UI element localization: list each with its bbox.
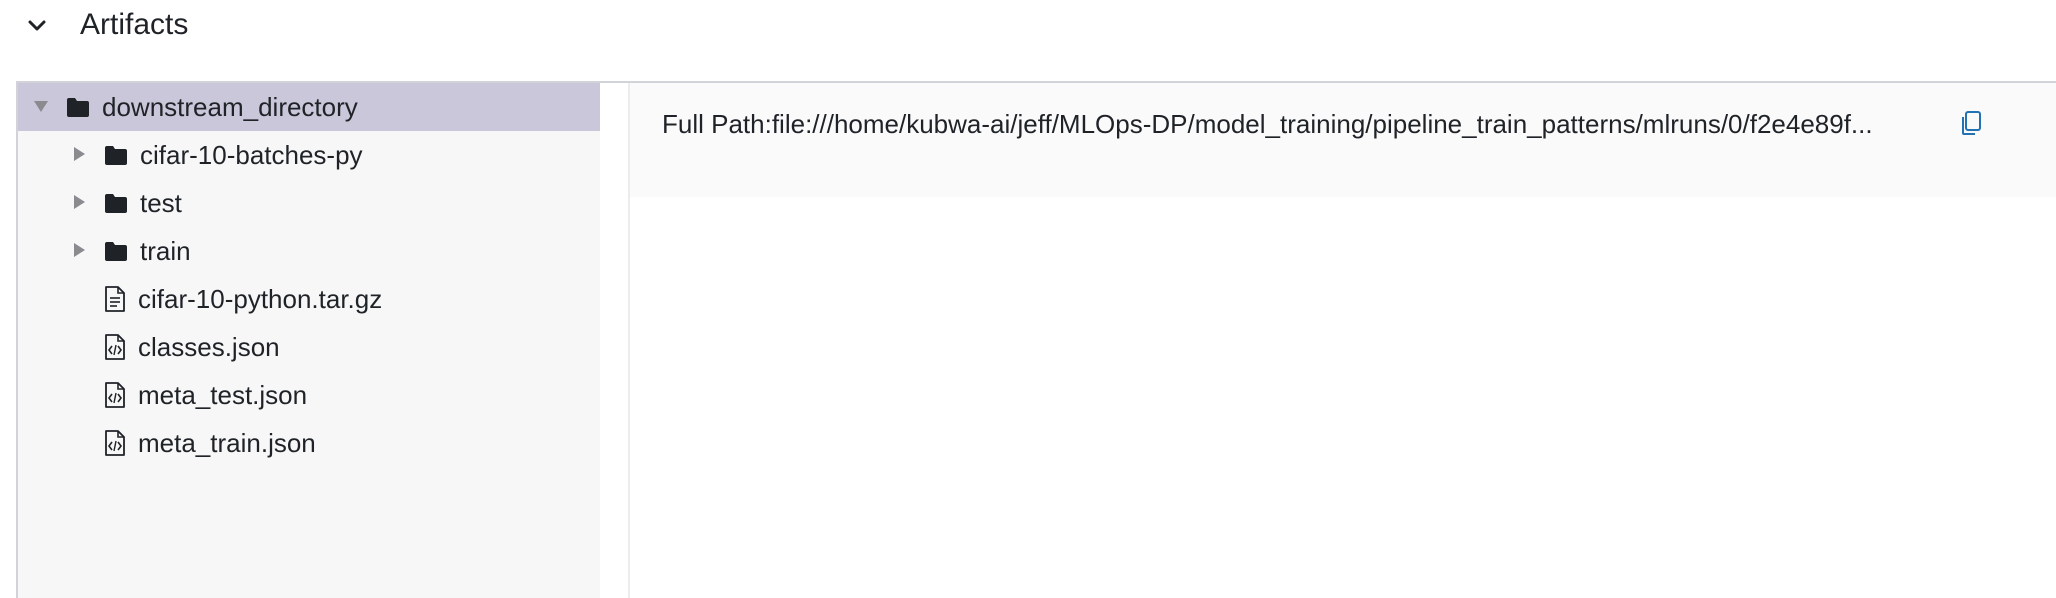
- file-code-icon: [104, 382, 128, 408]
- section-title: Artifacts: [80, 8, 189, 41]
- tree-item-cifar-10-batches-py[interactable]: cifar-10-batches-py: [18, 131, 600, 179]
- tree-item-test[interactable]: test: [18, 179, 600, 227]
- tree-item-meta-train-json[interactable]: meta_train.json: [18, 419, 600, 467]
- folder-icon: [66, 96, 90, 118]
- collapsed-caret-icon[interactable]: [70, 241, 88, 259]
- tree-item-meta-test-json[interactable]: meta_test.json: [18, 371, 600, 419]
- artifact-detail-pane: Full Path:file:///home/kubwa-ai/jeff/MLO…: [628, 83, 2056, 598]
- folder-icon: [104, 192, 128, 214]
- copy-icon: [1962, 111, 1981, 135]
- full-path-bar: Full Path:file:///home/kubwa-ai/jeff/MLO…: [630, 83, 2056, 197]
- tree-item-label: meta_test.json: [138, 380, 308, 410]
- artifacts-section-header: Artifacts: [0, 0, 2056, 52]
- copy-path-button[interactable]: [1956, 107, 1986, 139]
- tree-item-label: cifar-10-batches-py: [140, 140, 363, 170]
- tree-item-label: cifar-10-python.tar.gz: [138, 284, 383, 314]
- artifacts-panel: downstream_directory cifar-10-batches-py…: [16, 81, 2056, 598]
- tree-item-label: classes.json: [138, 332, 280, 362]
- collapse-button[interactable]: [22, 11, 52, 41]
- tree-root-row[interactable]: downstream_directory: [18, 83, 600, 131]
- tree-item-classes-json[interactable]: classes.json: [18, 323, 600, 371]
- file-text-icon: [104, 286, 128, 312]
- tree-item-label: downstream_directory: [102, 92, 358, 122]
- collapsed-caret-icon[interactable]: [70, 145, 88, 163]
- file-code-icon: [104, 430, 128, 456]
- folder-icon: [104, 144, 128, 166]
- collapsed-caret-icon[interactable]: [70, 193, 88, 211]
- tree-item-cifar-10-python-tar-gz[interactable]: cifar-10-python.tar.gz: [18, 275, 600, 323]
- tree-item-label: test: [140, 188, 182, 218]
- folder-icon: [104, 240, 128, 262]
- full-path-text: Full Path:file:///home/kubwa-ai/jeff/MLO…: [662, 109, 1873, 139]
- tree-item-train[interactable]: train: [18, 227, 600, 275]
- panel-divider: [600, 83, 628, 598]
- chevron-down-icon: [28, 20, 46, 31]
- tree-item-label: train: [140, 236, 191, 266]
- file-tree: downstream_directory cifar-10-batches-py…: [18, 83, 602, 598]
- expanded-caret-icon[interactable]: [32, 97, 50, 115]
- tree-item-label: meta_train.json: [138, 428, 316, 458]
- file-code-icon: [104, 334, 128, 360]
